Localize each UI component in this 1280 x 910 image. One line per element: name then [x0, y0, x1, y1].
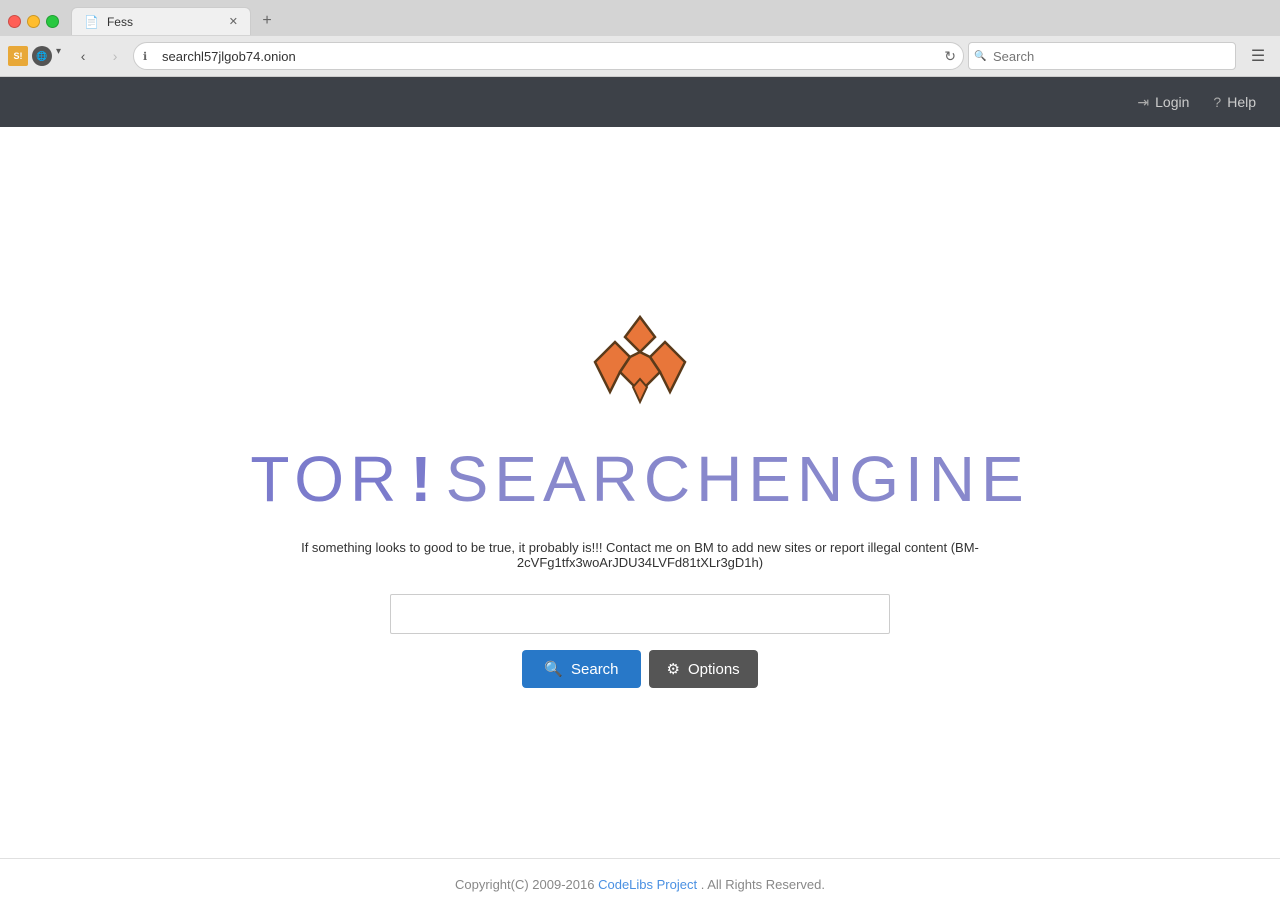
nav-bar: S! 🌐 ▾ ‹ › ℹ ↻ 🔍 ☰: [0, 36, 1280, 76]
back-button[interactable]: ‹: [69, 42, 97, 70]
login-icon: ⇥: [1137, 94, 1149, 111]
reload-button[interactable]: ↻: [944, 48, 956, 65]
tab-title: Fess: [107, 15, 133, 29]
forward-button[interactable]: ›: [101, 42, 129, 70]
site-title: Tor ! SearchEngine: [250, 442, 1029, 516]
title-searchengine: SearchEngine: [446, 442, 1030, 516]
search-button[interactable]: 🔍 Search: [522, 650, 640, 688]
help-label: Help: [1227, 94, 1256, 110]
tab-bar: 📄 Fess ✕ +: [0, 0, 1280, 36]
options-button-label: Options: [688, 661, 740, 678]
footer-copyright: Copyright(C) 2009-2016: [455, 877, 594, 892]
close-button[interactable]: [8, 15, 21, 28]
ext-icon-2: 🌐: [32, 46, 52, 66]
tab-close-button[interactable]: ✕: [229, 15, 238, 28]
browser-search-icon: 🔍: [974, 51, 986, 62]
options-button[interactable]: ⚙ Options: [649, 650, 758, 688]
browser-search-input[interactable]: [968, 42, 1236, 70]
site-footer: Copyright(C) 2009-2016 CodeLibs Project …: [0, 858, 1280, 910]
ext-icon-1: S!: [8, 46, 28, 66]
address-input[interactable]: [133, 42, 964, 70]
address-info-icon: ℹ: [143, 50, 147, 63]
browser-search-wrapper: 🔍: [968, 42, 1236, 70]
logo-container: [575, 297, 705, 422]
nav-icons-left: S! 🌐 ▾ ‹ ›: [8, 42, 129, 70]
tab-icon: 📄: [84, 15, 99, 29]
help-icon: ?: [1213, 94, 1221, 110]
search-button-label: Search: [571, 661, 619, 678]
login-label: Login: [1155, 94, 1189, 110]
search-form: 🔍 Search ⚙ Options: [390, 594, 890, 688]
title-exclaim: !: [410, 442, 437, 516]
extension-icons: S! 🌐 ▾: [8, 46, 61, 66]
site-logo: [575, 297, 705, 417]
hamburger-menu-button[interactable]: ☰: [1244, 42, 1272, 70]
button-row: 🔍 Search ⚙ Options: [522, 650, 757, 688]
search-button-icon: 🔍: [544, 660, 563, 678]
footer-link[interactable]: CodeLibs Project: [598, 877, 697, 892]
maximize-button[interactable]: [46, 15, 59, 28]
ext-dropdown[interactable]: ▾: [56, 46, 61, 66]
browser-chrome: 📄 Fess ✕ + S! 🌐 ▾ ‹ › ℹ ↻ 🔍 ☰: [0, 0, 1280, 77]
new-tab-button[interactable]: +: [255, 9, 279, 33]
minimize-button[interactable]: [27, 15, 40, 28]
help-link[interactable]: ? Help: [1213, 94, 1256, 110]
title-tor: Tor: [250, 442, 402, 516]
footer-suffix: . All Rights Reserved.: [701, 877, 825, 892]
disclaimer-text: If something looks to good to be true, i…: [240, 540, 1040, 570]
options-icon: ⚙: [667, 660, 680, 678]
browser-tab[interactable]: 📄 Fess ✕: [71, 7, 251, 35]
window-controls: [8, 15, 59, 28]
main-search-input[interactable]: [390, 594, 890, 634]
login-link[interactable]: ⇥ Login: [1137, 94, 1189, 111]
app-header: ⇥ Login ? Help: [0, 77, 1280, 127]
main-content: Tor ! SearchEngine If something looks to…: [0, 127, 1280, 858]
address-bar-wrapper: ℹ ↻: [133, 42, 964, 70]
